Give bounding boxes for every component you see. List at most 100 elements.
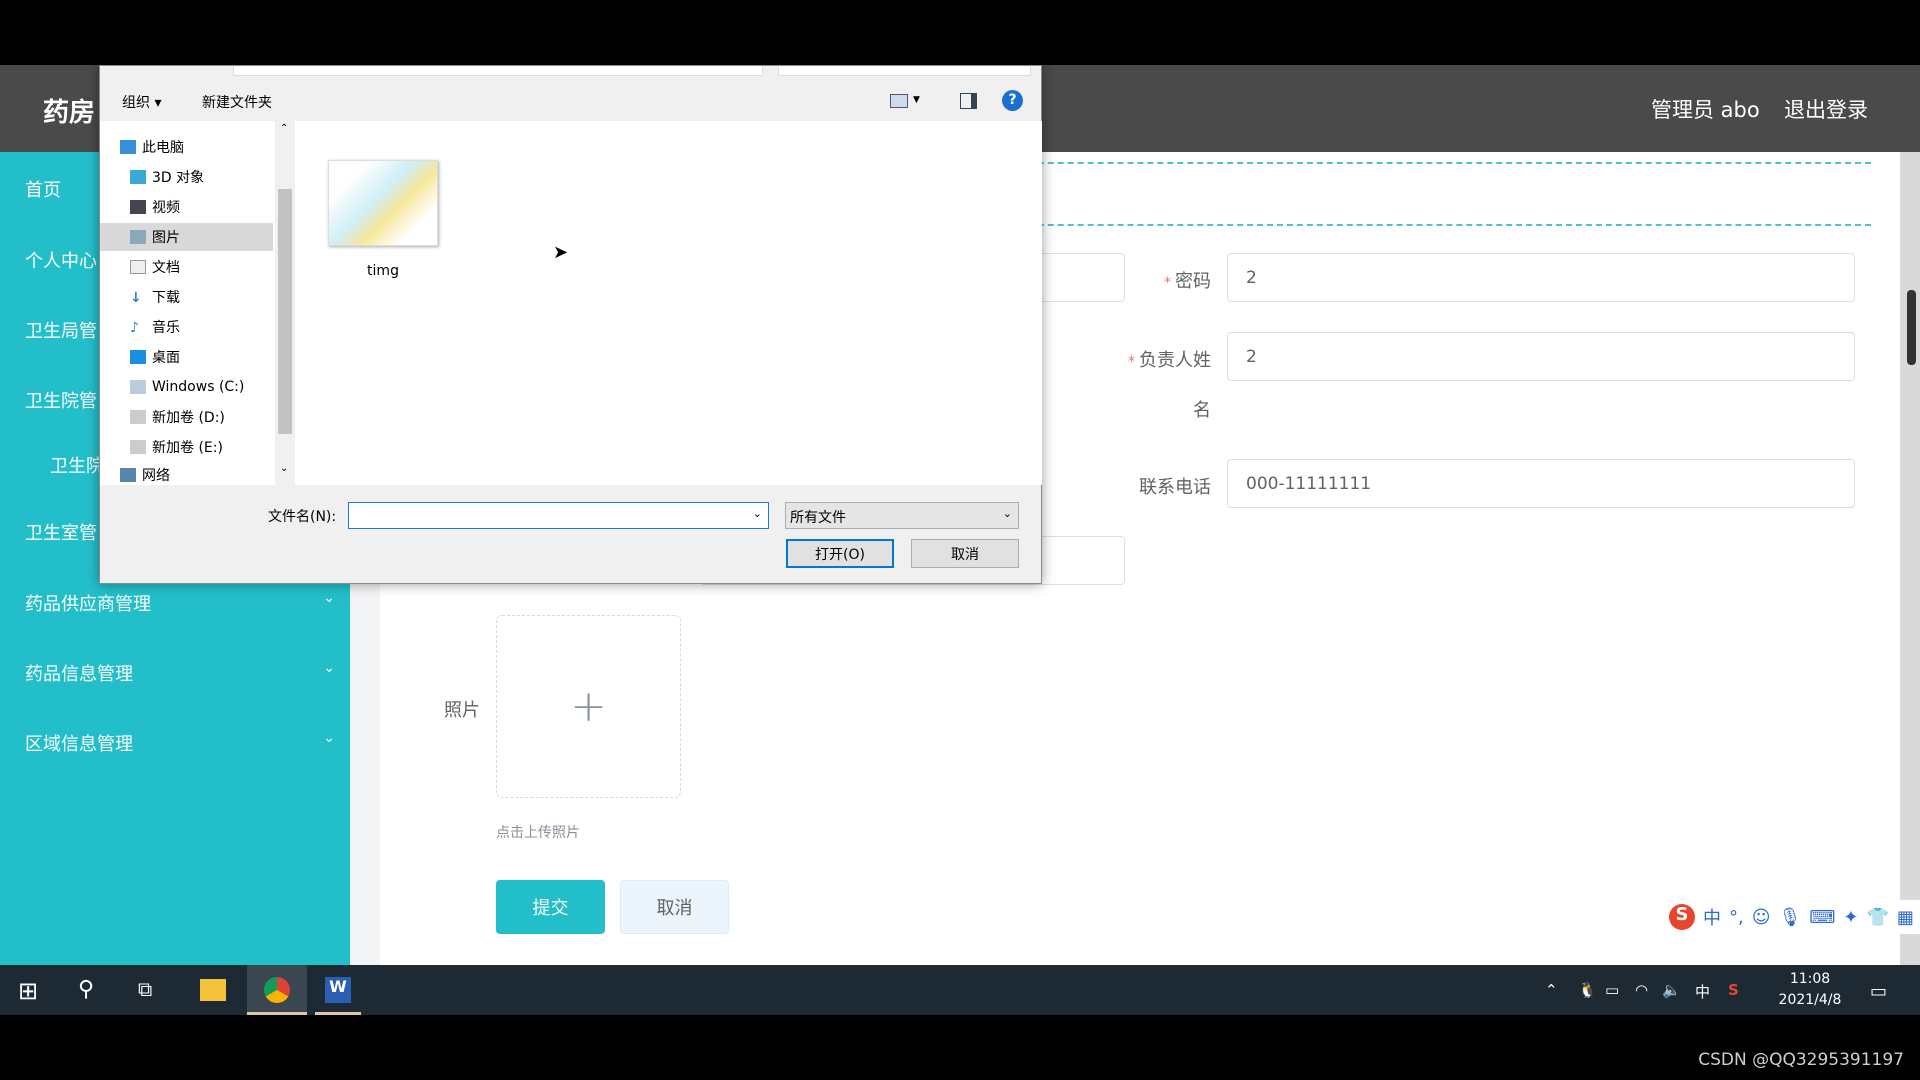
app-title: 药房 bbox=[43, 98, 96, 128]
organize-button[interactable]: 组织 ▾ bbox=[122, 92, 161, 112]
filename-input[interactable]: ⌄ bbox=[348, 502, 769, 529]
battery-icon[interactable]: ▭ bbox=[1605, 981, 1619, 999]
cancel-button[interactable]: 取消 bbox=[620, 880, 729, 934]
skin-icon[interactable]: 👕 bbox=[1866, 907, 1888, 928]
chrome-taskbar-button[interactable] bbox=[247, 965, 307, 1015]
emoji-icon[interactable]: ☺ bbox=[1752, 907, 1771, 928]
help-icon[interactable]: ? bbox=[1002, 90, 1023, 111]
volume-icon[interactable]: 🔈 bbox=[1662, 981, 1681, 999]
computer-icon bbox=[120, 140, 136, 154]
wifi-icon[interactable]: ◠ bbox=[1635, 981, 1648, 999]
file-explorer-icon[interactable] bbox=[200, 979, 226, 1001]
film-icon bbox=[130, 200, 146, 214]
phone-label: 联系电话 bbox=[1139, 477, 1211, 498]
taskbar: ⊞ ⚲ ⧉ W ⌃ 🐧 ▭ ◠ 🔈 中 S 11:08 2021/4/8 ▭ bbox=[0, 965, 1920, 1015]
sidebar-item-label: 卫生院 bbox=[50, 456, 104, 477]
drive-icon bbox=[130, 410, 146, 424]
nav-item-3d-objects[interactable]: 3D 对象 bbox=[130, 165, 204, 189]
sogou-logo-icon[interactable]: S bbox=[1669, 904, 1695, 930]
phone-input[interactable]: 000-11111111 bbox=[1227, 459, 1855, 508]
input-method-indicator[interactable]: 中 bbox=[1695, 981, 1710, 1002]
document-icon bbox=[130, 260, 146, 274]
nav-scrollbar[interactable]: ⌃ ⌄ bbox=[275, 121, 295, 485]
photo-upload[interactable]: + bbox=[496, 615, 681, 798]
file-open-dialog: 组织 ▾ 新建文件夹 ▼ ? ⌃ ⌄ 此电脑 3D 对象 视频 图片 文档 ↓ 下… bbox=[99, 65, 1042, 584]
keyboard-icon[interactable]: ⌨ bbox=[1809, 907, 1835, 928]
file-thumbnail-image[interactable] bbox=[328, 160, 438, 246]
preview-pane-icon[interactable] bbox=[960, 93, 977, 109]
file-type-select[interactable]: 所有文件 ⌄ bbox=[785, 502, 1019, 529]
task-view-icon[interactable]: ⧉ bbox=[138, 977, 164, 1003]
chevron-down-icon[interactable]: ▼ bbox=[913, 95, 920, 105]
nav-item-videos[interactable]: 视频 bbox=[130, 195, 180, 219]
sidebar-item-label: 药品信息管理 bbox=[25, 664, 133, 685]
watermark: CSDN @QQ3295391197 bbox=[1698, 1050, 1904, 1070]
music-note-icon: ♪ bbox=[130, 320, 139, 336]
desktop-icon bbox=[130, 350, 146, 364]
nav-selection-highlight bbox=[100, 223, 273, 251]
nav-item-this-pc[interactable]: 此电脑 bbox=[120, 135, 184, 159]
submit-button[interactable]: 提交 bbox=[496, 880, 605, 934]
toolbox-icon[interactable]: ✦ bbox=[1843, 907, 1858, 928]
microphone-icon[interactable]: 🎙 bbox=[1779, 907, 1802, 928]
ime-punct-toggle[interactable]: °, bbox=[1729, 907, 1744, 928]
sidebar-item-label: 个人中心 bbox=[25, 251, 97, 272]
owner-name-label: * 负责人姓 bbox=[1128, 350, 1211, 371]
ime-toolbar: S 中 °, ☺ 🎙 ⌨ ✦ 👕 ▦ bbox=[1665, 900, 1920, 934]
user-label: 管理员 abo bbox=[1651, 98, 1760, 122]
nav-item-music[interactable]: ♪ 音乐 bbox=[130, 315, 180, 339]
sidebar-item-suppliers[interactable]: 药品供应商管理 ⌄ bbox=[25, 590, 335, 616]
chevron-down-icon: ⌄ bbox=[323, 660, 335, 676]
nav-item-drive-d[interactable]: 新加卷 (D:) bbox=[130, 405, 225, 429]
sidebar-item-region-info[interactable]: 区域信息管理 ⌄ bbox=[25, 730, 335, 756]
dialog-cancel-button[interactable]: 取消 bbox=[911, 539, 1019, 568]
password-input[interactable]: 2 bbox=[1227, 253, 1855, 302]
sogou-tray-icon[interactable]: S bbox=[1728, 981, 1739, 999]
nav-item-desktop[interactable]: 桌面 bbox=[130, 345, 180, 369]
open-button[interactable]: 打开(O) bbox=[786, 539, 894, 568]
page-scrollbar[interactable] bbox=[1900, 152, 1920, 965]
sidebar-item-label: 卫生室管 bbox=[25, 523, 97, 544]
scrollbar-thumb[interactable] bbox=[1907, 290, 1916, 365]
password-label: * 密码 bbox=[1164, 271, 1211, 292]
grid-menu-icon[interactable]: ▦ bbox=[1897, 907, 1914, 928]
address-bar[interactable] bbox=[233, 66, 763, 76]
ime-lang-toggle[interactable]: 中 bbox=[1703, 904, 1721, 930]
nav-item-pictures[interactable]: 图片 bbox=[130, 225, 180, 249]
notification-center-icon[interactable]: ▭ bbox=[1870, 981, 1887, 1002]
windows-start-icon[interactable]: ⊞ bbox=[18, 977, 44, 1005]
mouse-cursor-icon: ➤ bbox=[553, 242, 569, 263]
photo-label: 照片 bbox=[444, 700, 480, 721]
owner-name-input[interactable]: 2 bbox=[1227, 332, 1855, 381]
qq-icon[interactable]: 🐧 bbox=[1578, 981, 1597, 999]
sidebar-item-label: 首页 bbox=[25, 180, 61, 201]
search-box[interactable] bbox=[778, 66, 1031, 76]
nav-item-drive-e[interactable]: 新加卷 (E:) bbox=[130, 435, 223, 459]
sidebar-item-drug-info[interactable]: 药品信息管理 ⌄ bbox=[25, 660, 335, 686]
chevron-down-icon: ⌄ bbox=[323, 590, 335, 606]
search-icon[interactable]: ⚲ bbox=[78, 977, 104, 1003]
tray-overflow-icon[interactable]: ⌃ bbox=[1545, 981, 1558, 999]
nav-item-documents[interactable]: 文档 bbox=[130, 255, 180, 279]
nav-item-downloads[interactable]: ↓ 下载 bbox=[130, 285, 180, 309]
nav-item-drive-c[interactable]: Windows (C:) bbox=[130, 375, 244, 399]
chrome-icon bbox=[264, 977, 290, 1003]
new-folder-button[interactable]: 新建文件夹 bbox=[202, 92, 272, 112]
sidebar-item-label: 卫生局管 bbox=[25, 321, 97, 342]
file-name[interactable]: timg bbox=[328, 263, 438, 279]
word-taskbar-button[interactable]: W bbox=[315, 965, 361, 1015]
chevron-down-icon: ⌄ bbox=[323, 730, 335, 746]
clock[interactable]: 11:08 2021/4/8 bbox=[1775, 969, 1845, 1011]
sidebar-item-label: 药品供应商管理 bbox=[25, 594, 151, 615]
picture-icon bbox=[130, 230, 146, 244]
download-arrow-icon: ↓ bbox=[130, 290, 142, 306]
logout-link[interactable]: 退出登录 bbox=[1784, 94, 1868, 124]
nav-item-network[interactable]: 网络 bbox=[120, 465, 170, 485]
file-list: timg ➤ bbox=[295, 121, 1042, 485]
chevron-down-icon: ⌄ bbox=[1002, 507, 1012, 520]
view-options-icon[interactable] bbox=[890, 94, 908, 108]
chevron-down-icon[interactable]: ⌄ bbox=[753, 507, 762, 520]
sidebar-item-label: 卫生院管 bbox=[25, 391, 97, 412]
upload-hint: 点击上传照片 bbox=[496, 825, 580, 841]
network-icon bbox=[120, 468, 136, 482]
